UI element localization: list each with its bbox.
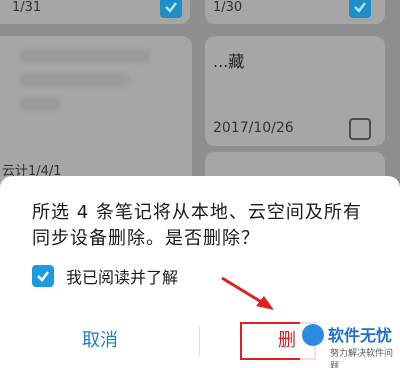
annotation-arrow-icon	[221, 276, 274, 310]
watermark-logo-icon	[302, 324, 324, 346]
watermark-subtitle: 努力解决软件问题	[330, 349, 394, 368]
watermark-title: 软件无忧	[328, 326, 393, 345]
watermark: 软件无忧 努力解决软件问题	[300, 318, 400, 368]
